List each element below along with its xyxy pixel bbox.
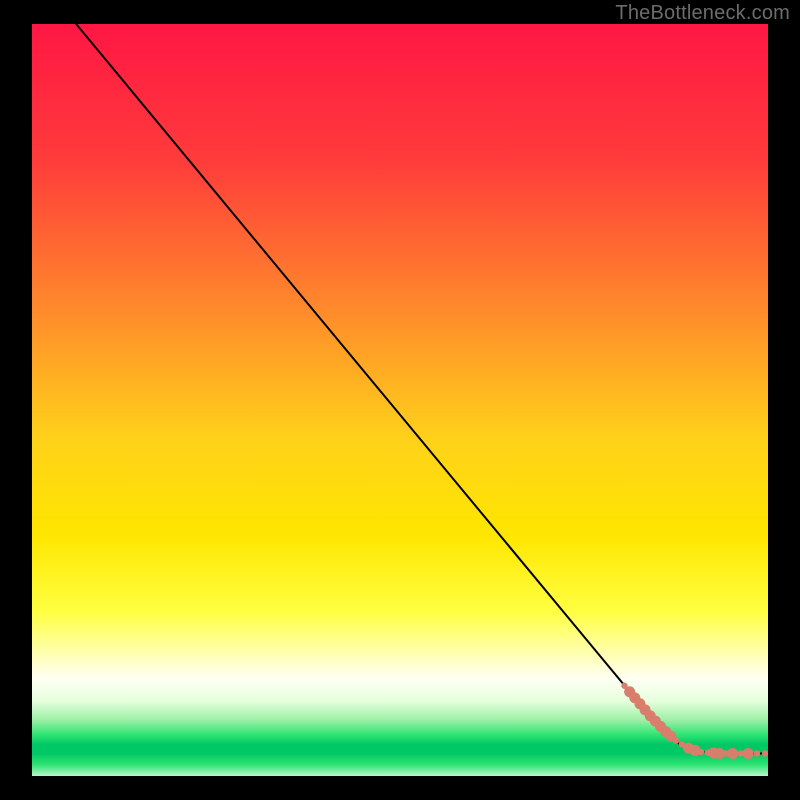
scatter-point (762, 750, 768, 756)
chart-svg (32, 24, 768, 776)
chart-plot-area (32, 24, 768, 776)
scatter-point (727, 748, 738, 759)
scatter-point (743, 748, 754, 759)
watermark-label: TheBottleneck.com (615, 2, 790, 25)
scatter-point (673, 737, 679, 743)
frame: TheBottleneck.com (0, 0, 800, 800)
scatter-point (754, 750, 760, 756)
scatter-point (698, 749, 704, 755)
chart-background (32, 24, 768, 776)
